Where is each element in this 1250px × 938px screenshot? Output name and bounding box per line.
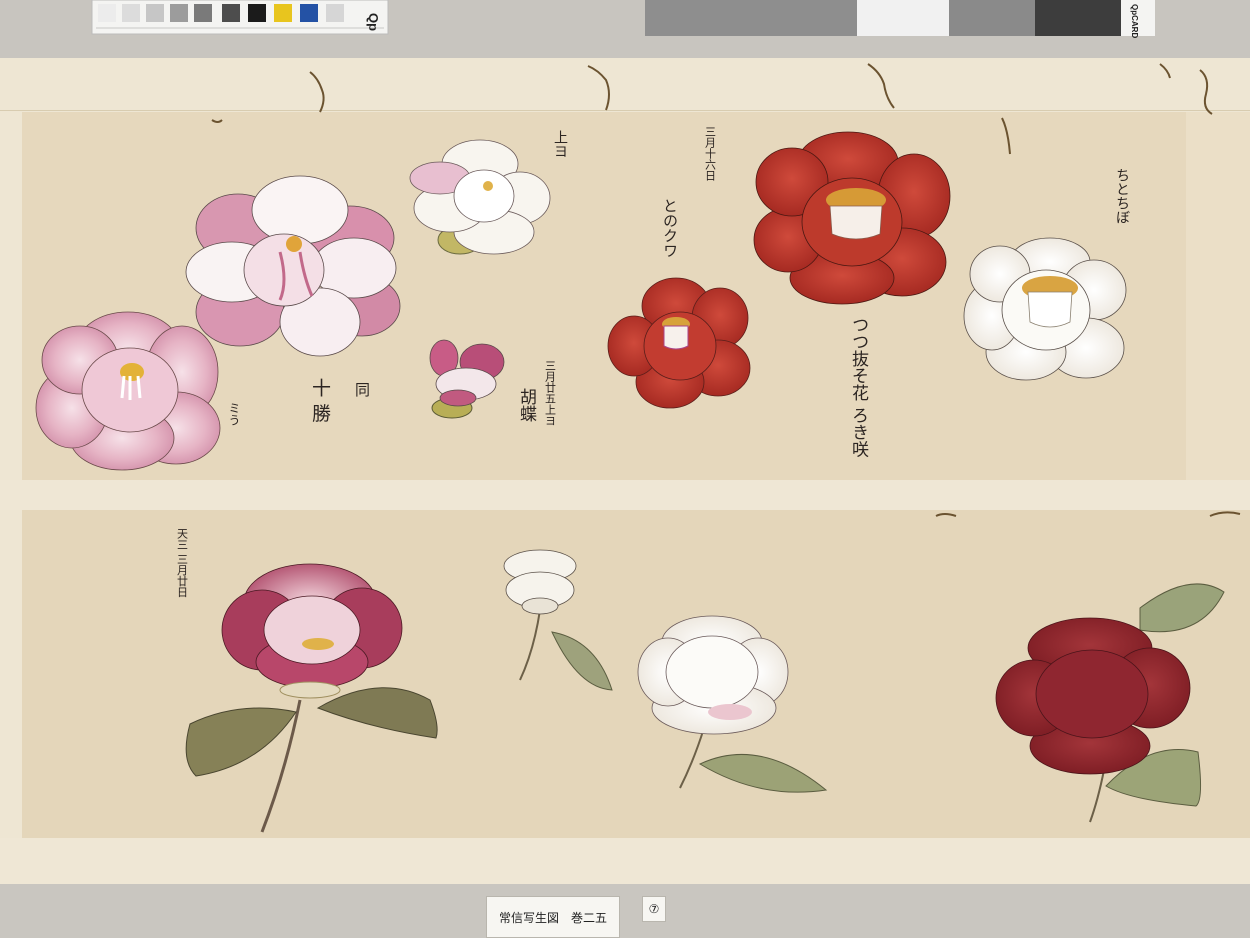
annotation-poem: つつ抜そ花 ろき咲 bbox=[848, 316, 869, 457]
annotation-kocho: 胡蝶 bbox=[516, 388, 537, 422]
scroll-painting: Qp QpCARD 上ヨ 三月十六日 とのクワ ちとちぼ 十 勝 同 ミう 三月… bbox=[0, 0, 1250, 936]
annotation-same: 同 bbox=[353, 382, 371, 398]
annotation-small-left: ミう bbox=[227, 402, 241, 426]
annotation-tonokuwa: とのクワ bbox=[661, 198, 679, 258]
page-number: ⑦ bbox=[648, 902, 660, 916]
page-number-card: ⑦ bbox=[642, 896, 666, 922]
catalog-title-card: 常信写生図 巻二五 bbox=[486, 896, 620, 938]
color-card-left-brand: Qp bbox=[366, 13, 381, 31]
annotation-date-mar16: 三月十六日 bbox=[704, 126, 717, 181]
pink-camellia-left bbox=[35, 311, 221, 471]
annotation-upper: 上ヨ bbox=[552, 130, 568, 158]
catalog-title: 常信写生図 巻二五 bbox=[498, 910, 607, 925]
annotation-date-mar-upper: 三月廿五上ヨ bbox=[544, 360, 557, 426]
color-card-right-brand: QpCARD bbox=[1130, 4, 1139, 38]
color-card-right: QpCARD bbox=[645, 0, 1155, 38]
annotation-right-top: ちとちぼ bbox=[1114, 168, 1130, 224]
annotation-lower-date: 天三 三月廿日 bbox=[176, 528, 189, 598]
color-card-left: Qp bbox=[91, 0, 389, 35]
annotation-juban: 十 勝 bbox=[309, 378, 331, 422]
